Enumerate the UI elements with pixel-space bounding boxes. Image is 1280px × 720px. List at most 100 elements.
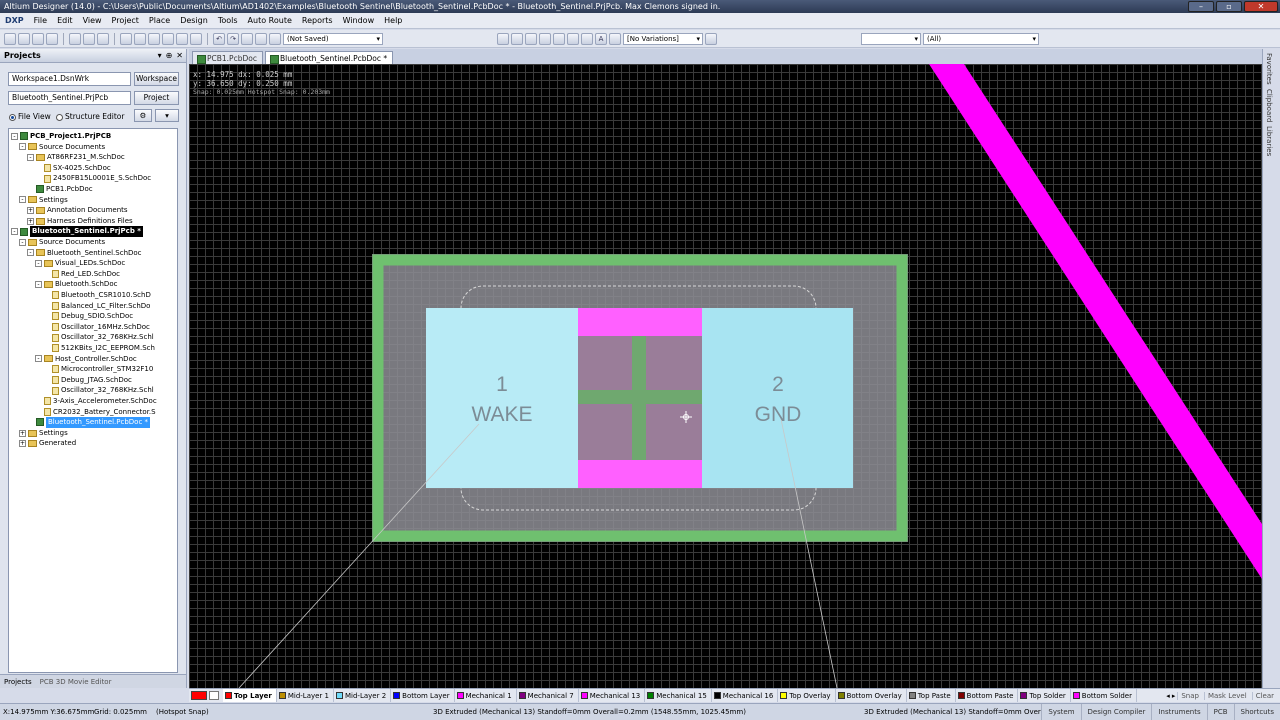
layer-set-icon[interactable] (209, 691, 219, 700)
print-icon[interactable] (46, 32, 58, 45)
open-folder-icon[interactable] (18, 32, 30, 45)
tree-item[interactable]: Oscillator_32_768KHz.Schl (43, 332, 154, 343)
collapse-icon[interactable]: - (27, 249, 34, 257)
deselect-icon[interactable] (190, 32, 202, 45)
tree-item[interactable]: 3-Axis_Accelerometer.SchDoc (35, 396, 157, 407)
tree-item[interactable]: + Harness Definitions Files (27, 216, 133, 227)
layer-tab[interactable]: Mid-Layer 2 (334, 689, 392, 702)
menu-reports[interactable]: Reports (297, 13, 338, 29)
layer-tab[interactable]: Top Solder (1018, 689, 1071, 702)
panel-menu-icon[interactable]: ▾ (158, 49, 162, 63)
redo-icon[interactable]: ↷ (227, 32, 239, 45)
menu-auto-route[interactable]: Auto Route (243, 13, 297, 29)
tree-item[interactable]: Bluetooth_Sentinel.PcbDoc * (27, 417, 151, 428)
tab-projects[interactable]: Projects (0, 675, 36, 688)
tree-item[interactable]: - Host_Controller.SchDoc (35, 354, 137, 365)
expand-icon[interactable]: + (27, 206, 34, 214)
tree-item[interactable]: 2450FB15L0001E_S.SchDoc (35, 173, 151, 184)
mask-level-button[interactable]: Mask Level (1203, 691, 1250, 700)
filter-all-combo[interactable]: (All) (923, 32, 1039, 45)
tab-favorites[interactable]: Favorites (1265, 53, 1273, 85)
crosshair-icon[interactable] (241, 32, 253, 45)
collapse-icon[interactable]: - (35, 355, 42, 363)
workspace-combo[interactable]: Workspace1.DsnWrk (8, 72, 131, 86)
tree-item[interactable]: - Settings (19, 195, 68, 206)
design-compiler-button[interactable]: Design Compiler (1080, 704, 1152, 720)
expand-icon[interactable]: + (27, 217, 34, 225)
place-via-icon[interactable] (539, 32, 551, 45)
project-options-button[interactable]: ⚙ (134, 109, 152, 122)
menu-place[interactable]: Place (144, 13, 175, 29)
place-pad-icon[interactable] (525, 32, 537, 45)
place-component-icon[interactable] (609, 32, 621, 45)
layer-tab[interactable]: Top Paste (907, 689, 956, 702)
place-fill-icon[interactable] (567, 32, 579, 45)
zoom-selected-icon[interactable] (97, 32, 109, 45)
menu-project[interactable]: Project (107, 13, 144, 29)
tree-item[interactable]: + Annotation Documents (27, 205, 128, 216)
tree-item[interactable]: Oscillator_32_768KHz.Schl (43, 385, 154, 396)
tree-item[interactable]: - Source Documents (19, 142, 105, 153)
tree-item[interactable]: - Bluetooth.SchDoc (35, 279, 117, 290)
layer-tab[interactable]: Mechanical 16 (712, 689, 779, 702)
paste-icon[interactable] (148, 32, 160, 45)
wrench-icon[interactable] (269, 32, 281, 45)
diff-pair-route-icon[interactable] (511, 32, 523, 45)
pencil-icon[interactable] (255, 32, 267, 45)
select-area-icon[interactable] (162, 32, 174, 45)
layer-tab[interactable]: Bottom Solder (1071, 689, 1137, 702)
tree-item[interactable]: SX-4025.SchDoc (35, 163, 111, 174)
menu-tools[interactable]: Tools (213, 13, 243, 29)
tree-item[interactable]: - Bluetooth_Sentinel.PrjPcb * (11, 226, 143, 237)
interactive-route-icon[interactable] (497, 32, 509, 45)
layer-tab[interactable]: Mid-Layer 1 (277, 689, 334, 702)
collapse-icon[interactable]: - (35, 259, 42, 267)
magenta-route[interactable] (929, 64, 1262, 579)
layer-tab[interactable]: Mechanical 7 (517, 689, 579, 702)
project-field[interactable]: Bluetooth_Sentinel.PrjPcb (8, 91, 131, 105)
tab-pcb1-pcbdoc[interactable]: PCB1.PcbDoc (192, 51, 263, 64)
place-text-icon[interactable]: A (595, 32, 607, 45)
layer-tab[interactable]: Mechanical 15 (645, 689, 712, 702)
tree-item[interactable]: - PCB_Project1.PrjPCB (11, 131, 111, 142)
menu-view[interactable]: View (78, 13, 107, 29)
tree-item[interactable]: Red_LED.SchDoc (43, 269, 120, 280)
pcb-button[interactable]: PCB (1206, 704, 1234, 720)
collapse-icon[interactable]: - (19, 196, 26, 204)
pcb-editor-canvas[interactable]: 1 WAKE 2 GND x: 14.975 dx: 0.025 mm y: 3… (189, 64, 1262, 688)
tree-item[interactable]: Debug_SDIO.SchDoc (43, 311, 133, 322)
tree-item[interactable]: + Generated (19, 438, 76, 449)
snap-button[interactable]: Snap (1177, 691, 1202, 700)
tree-item[interactable]: + Settings (19, 428, 68, 439)
expand-icon[interactable]: + (19, 429, 26, 437)
collapse-icon[interactable]: - (19, 143, 26, 151)
tree-item[interactable]: Oscillator_16MHz.SchDoc (43, 322, 150, 333)
tree-item[interactable]: - AT86RF231_M.SchDoc (27, 152, 125, 163)
tree-item[interactable]: 512KBits_I2C_EEPROM.Sch (43, 343, 155, 354)
layer-tab[interactable]: Mechanical 1 (455, 689, 517, 702)
layer-tab[interactable]: Bottom Paste (956, 689, 1019, 702)
tree-item[interactable]: CR2032_Battery_Connector.S (35, 407, 156, 418)
system-button[interactable]: System (1041, 704, 1080, 720)
layer-tab[interactable]: Bottom Layer (391, 689, 455, 702)
scroll-left-icon[interactable]: ◂ (1166, 692, 1170, 700)
menu-dxp[interactable]: DXP (0, 13, 29, 29)
tree-item[interactable]: PCB1.PcbDoc (27, 184, 93, 195)
tab-bluetooth-sentinel-pcbdoc[interactable]: Bluetooth_Sentinel.PcbDoc * (264, 51, 394, 64)
undo-icon[interactable]: ↶ (213, 32, 225, 45)
cut-icon[interactable] (120, 32, 132, 45)
collapse-icon[interactable]: - (11, 228, 18, 236)
zoom-fit-icon[interactable] (69, 32, 81, 45)
project-add-button[interactable]: ▾ (155, 109, 179, 122)
layer-tab[interactable]: Bottom Overlay (836, 689, 907, 702)
workspace-button[interactable]: Workspace (134, 72, 179, 86)
save-icon[interactable] (32, 32, 44, 45)
menu-help[interactable]: Help (379, 13, 407, 29)
shortcuts-button[interactable]: Shortcuts (1233, 704, 1280, 720)
project-button[interactable]: Project (134, 91, 179, 105)
tree-item[interactable]: Debug_JTAG.SchDoc (43, 375, 132, 386)
expand-icon[interactable]: + (19, 440, 26, 448)
tree-item[interactable]: Microcontroller_STM32F10 (43, 364, 153, 375)
close-icon[interactable]: ✕ (176, 49, 183, 63)
menu-window[interactable]: Window (338, 13, 380, 29)
